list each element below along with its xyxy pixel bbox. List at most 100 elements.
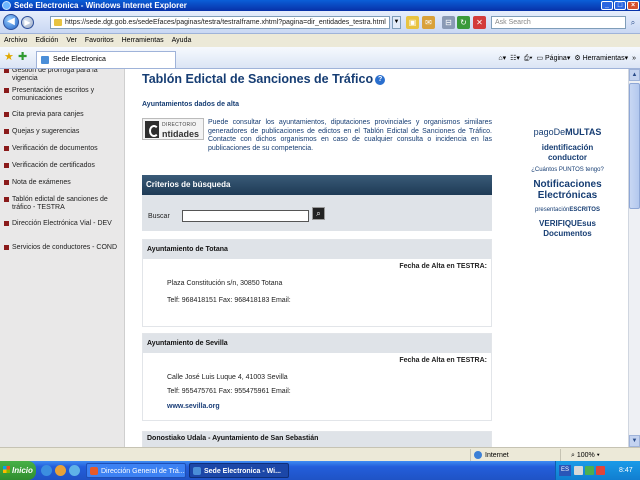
scroll-thumb[interactable] (629, 83, 640, 209)
sidebar-item-nota-examenes[interactable]: Nota de exámenes (4, 179, 122, 187)
taskbar-item-sede[interactable]: Sede Electronica - Wi... (189, 463, 289, 478)
menu-herramientas[interactable]: Herramientas (122, 35, 164, 47)
sidebar-bullet-icon (4, 245, 9, 250)
feeds-icon[interactable]: ☷▾ (510, 53, 520, 64)
search-icon[interactable]: ⌕ (627, 16, 639, 29)
print-icon[interactable]: ⎙▾ (524, 53, 533, 64)
address-dropdown-button[interactable]: ▼ (392, 16, 401, 29)
entity-name: Ayuntamiento de Sevilla (143, 334, 491, 353)
favorites-star-icon[interactable]: ★ (4, 52, 14, 63)
page-menu-label: Página (545, 55, 567, 62)
certificate-icon[interactable]: ✉ (422, 16, 435, 29)
address-input[interactable]: https://sede.dgt.gob.es/sedeEfaces/pagin… (50, 16, 390, 29)
sidebar-item-quejas[interactable]: Quejas y sugerencias (4, 128, 122, 136)
vertical-scrollbar[interactable]: ▲ ▼ (628, 69, 640, 447)
sidebar-item-prorroga[interactable]: Gestión de prórroga para la vigencia (4, 69, 122, 83)
section-label: Ayuntamientos dados de alta (142, 101, 239, 108)
sidebar-bullet-icon (4, 88, 9, 93)
home-icon[interactable]: ⌂▾ (498, 53, 506, 64)
entity-card: Ayuntamiento de Sevilla Fecha de Alta en… (142, 333, 492, 421)
entity-address: Plaza Constitución s/n, 30850 Totana (167, 280, 283, 287)
back-button[interactable]: ◀ (3, 14, 19, 30)
sidebar-item-verificacion-certificados[interactable]: Verificación de certificados (4, 162, 122, 170)
quicklaunch-ie-icon[interactable] (41, 465, 52, 476)
right-services-column: pagoDeMULTAS identificación conductor ¿C… (510, 69, 625, 447)
sidebar-item-cond[interactable]: Servicios de conductores - COND (4, 244, 122, 252)
entity-card: Ayuntamiento de Totana Fecha de Alta en … (142, 239, 492, 327)
tab-sede-electronica[interactable]: Sede Electronica (36, 51, 176, 68)
task-app-icon (193, 467, 201, 475)
menu-favoritos[interactable]: Favoritos (85, 35, 114, 47)
entity-date-label: Fecha de Alta en TESTRA: (399, 263, 487, 270)
sidebar-bullet-icon (4, 129, 9, 134)
quicklaunch-chrome-icon[interactable] (69, 465, 80, 476)
pago-multas-link[interactable]: pagoDeMULTAS (510, 127, 625, 137)
compatibility-icon[interactable]: ⊟ (442, 16, 455, 29)
ie-logo-icon (2, 1, 11, 10)
close-button[interactable]: × (627, 1, 639, 10)
directorio-entidades-logo: DIRECTORIO ntidades (142, 118, 204, 140)
window-title: Sede Electronica - Windows Internet Expl… (14, 1, 187, 10)
tools-menu[interactable]: ⚙ Herramientas▾ (574, 53, 628, 64)
quicklaunch-firefox-icon[interactable] (55, 465, 66, 476)
verifique-documentos-link[interactable]: VERIFIQUEsus Documentos (510, 219, 625, 239)
minimize-button[interactable]: _ (601, 1, 613, 10)
tab-favicon-icon (41, 56, 49, 64)
sidebar-item-dev[interactable]: Dirección Electrónica Vial - DEV (4, 220, 122, 228)
zoom-control[interactable]: ⌕ 100% ▾ (560, 449, 640, 461)
forward-button[interactable]: ▶ (21, 16, 34, 29)
menu-edicion[interactable]: Edición (35, 35, 58, 47)
add-favorite-icon[interactable]: ✚ (18, 52, 27, 63)
sidebar-bullet-icon (4, 146, 9, 151)
identificacion-conductor-link[interactable]: identificación conductor (510, 143, 625, 163)
scroll-up-button[interactable]: ▲ (629, 69, 640, 81)
entity-address: Calle José Luis Luque 4, 41003 Sevilla (167, 374, 288, 381)
sidebar-bullet-icon (4, 197, 9, 202)
refresh-icon[interactable]: ↻ (457, 16, 470, 29)
notificaciones-electronicas-link[interactable]: Notificaciones Electrónicas (510, 179, 625, 201)
language-indicator[interactable]: ES (559, 465, 571, 476)
sidebar-bullet-icon (4, 69, 9, 73)
presentacion-escritos-link[interactable]: presentaciónESCRITOS (510, 207, 625, 213)
security-icon[interactable] (585, 466, 594, 475)
page-menu[interactable]: ▭ Página▾ (536, 53, 570, 64)
tab-label: Sede Electronica (53, 56, 106, 63)
address-toolbar: ◀ ▶ https://sede.dgt.gob.es/sedeEfaces/p… (0, 11, 640, 34)
scroll-down-button[interactable]: ▼ (629, 435, 640, 447)
sidebar-bullet-icon (4, 112, 9, 117)
menu-ver[interactable]: Ver (66, 35, 77, 47)
address-url: https://sede.dgt.gob.es/sedeEfaces/pagin… (65, 19, 386, 26)
search-button[interactable]: ⌕ (312, 207, 325, 220)
sidebar-item-escritos[interactable]: Presentación de escritos y comunicacione… (4, 87, 122, 103)
network-icon[interactable] (574, 466, 583, 475)
help-icon[interactable]: ? (375, 75, 386, 85)
maximize-button[interactable]: □ (614, 1, 626, 10)
sidebar-item-testra[interactable]: Tablón edictal de sanciones de tráfico -… (4, 196, 122, 212)
entity-web-link[interactable]: www.sevilla.org (167, 403, 220, 410)
cuantos-puntos-link[interactable]: ¿Cuántos PUNTOS tengo? (510, 167, 625, 173)
sidebar-item-verificacion-documentos[interactable]: Verificación de documentos (4, 145, 122, 153)
criteria-title: Criterios de búsqueda (142, 175, 492, 195)
criteria-search-input[interactable] (182, 210, 309, 222)
task-app-icon (90, 467, 98, 475)
entity-phones: Telf: 968418151 Fax: 968418183 Email: (167, 297, 291, 304)
start-button[interactable]: Inicio (0, 461, 36, 480)
tools-menu-label: Herramientas (582, 55, 625, 62)
antivirus-icon[interactable] (596, 466, 605, 475)
taskbar-item-dgt[interactable]: Dirección General de Trá... (86, 463, 186, 478)
sidebar-bullet-icon (4, 163, 9, 168)
menu-ayuda[interactable]: Ayuda (172, 35, 192, 47)
tab-bar: ★ ✚ Sede Electronica ⌂▾ ☷▾ ⎙▾ ▭ Página▾ … (0, 47, 640, 69)
lock-icon[interactable]: ▣ (406, 16, 419, 29)
search-input[interactable]: Ask Search (491, 16, 626, 29)
sidebar-item-cita-previa[interactable]: Cita previa para canjes (4, 111, 122, 119)
page-title: Tablón Edictal de Sanciones de Tráfico? (142, 72, 386, 86)
entity-name: Donostiako Udala - Ayuntamiento de San S… (143, 432, 491, 447)
toolbar-more-icon[interactable]: » (632, 53, 636, 64)
logo-text-small: DIRECTORIO (162, 122, 197, 128)
directorio-logo-icon (145, 121, 159, 138)
menu-archivo[interactable]: Archivo (4, 35, 27, 47)
stop-icon[interactable]: ✕ (473, 16, 486, 29)
page-icon (54, 19, 62, 26)
entity-date-label: Fecha de Alta en TESTRA: (399, 357, 487, 364)
